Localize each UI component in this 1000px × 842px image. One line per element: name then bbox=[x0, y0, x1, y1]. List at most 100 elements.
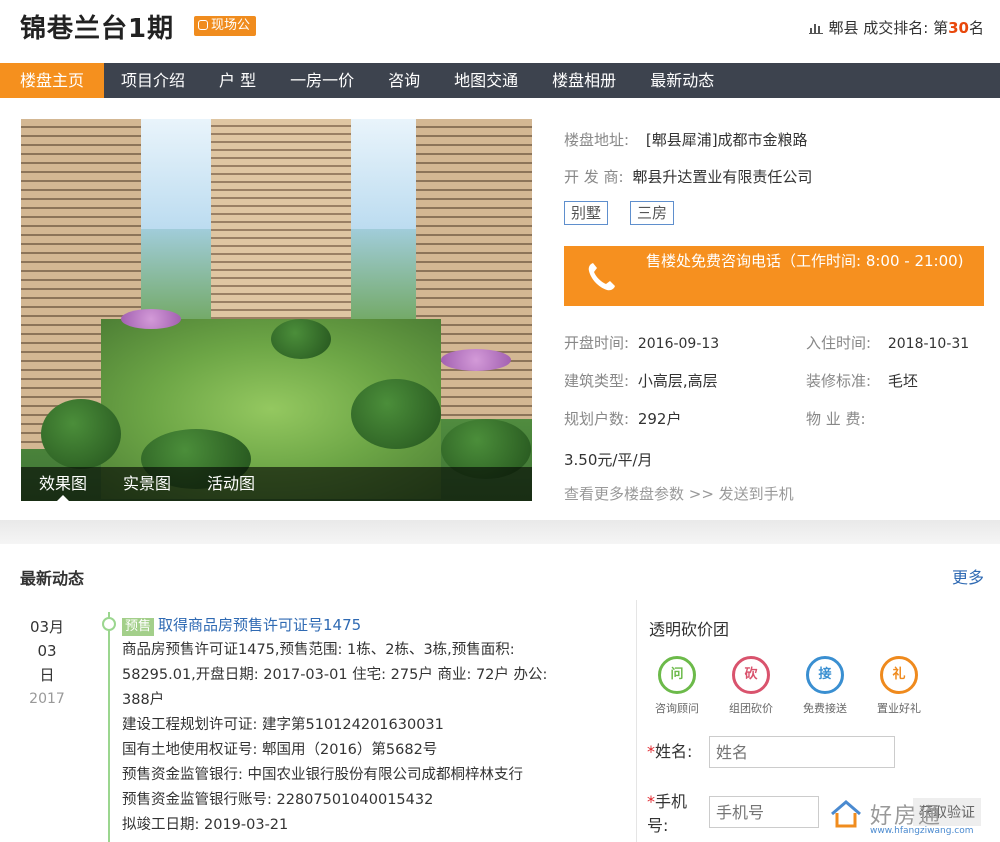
open-date-label: 开盘时间: bbox=[564, 334, 630, 352]
rank-suffix: 名 bbox=[968, 19, 984, 37]
open-date-value: 2016-09-13 bbox=[637, 336, 720, 352]
property-fee-label-row: 物 业 费: bbox=[806, 408, 866, 429]
service-label: 免费接送 bbox=[803, 702, 847, 715]
badge-icon bbox=[198, 20, 208, 30]
gallery-flower-bed bbox=[121, 309, 181, 329]
decoration-value: 毛坯 bbox=[887, 372, 918, 390]
watermark-url: www.hfangziwang.com bbox=[870, 826, 974, 836]
presale-badge: 预售 bbox=[122, 618, 155, 636]
nav-news[interactable]: 最新动态 bbox=[633, 63, 731, 98]
phone-input[interactable] bbox=[709, 796, 819, 828]
units-row: 规划户数: 292户 bbox=[564, 408, 681, 429]
tab-real-photos[interactable]: 实景图 bbox=[123, 467, 171, 501]
sales-hotline[interactable]: 售楼处免费咨询电话（工作时间: 8:00 - 21:00) bbox=[564, 246, 984, 306]
gallery-tree bbox=[271, 319, 331, 359]
news-section-title: 最新动态 bbox=[20, 569, 85, 588]
address-row: 楼盘地址: [郫县犀浦]成都市金粮路 bbox=[564, 129, 808, 150]
page-header: 锦巷兰台1期 现场公 郫县 成交排名: 第30名 bbox=[0, 0, 1000, 62]
news-line: 国有土地使用权证号: 郫国用（2016）第5682号 bbox=[122, 742, 438, 758]
checkin-value: 2018-10-31 bbox=[887, 336, 970, 352]
units-value: 292户 bbox=[637, 410, 682, 428]
gallery-tree bbox=[351, 379, 441, 449]
rank-prefix: 郫县 成交排名: 第 bbox=[828, 19, 949, 37]
gift-icon: 礼 bbox=[880, 656, 918, 694]
nav-map[interactable]: 地图交通 bbox=[437, 63, 535, 98]
group-buy-title: 透明砍价团 bbox=[649, 620, 730, 639]
shuttle-icon: 接 bbox=[806, 656, 844, 694]
nav-intro[interactable]: 项目介绍 bbox=[104, 63, 202, 98]
news-line: 建设工程规划许可证: 建字第510124201630031 bbox=[122, 717, 444, 733]
news-line: 58295.01,开盘日期: 2017-03-01 住宅: 275户 商业: 7… bbox=[122, 667, 548, 683]
news-headline-link[interactable]: 取得商品房预售许可证号1475 bbox=[158, 616, 361, 634]
gallery-tabs: 效果图 实景图 活动图 bbox=[21, 467, 532, 501]
nav-album[interactable]: 楼盘相册 bbox=[535, 63, 633, 98]
service-consultant[interactable]: 问 咨询顾问 bbox=[647, 656, 707, 716]
bargain-icon: 砍 bbox=[732, 656, 770, 694]
property-fee-label: 物 业 费: bbox=[806, 410, 866, 428]
property-fee-value: 3.50元/平/月 bbox=[564, 451, 653, 469]
developer-label: 开 发 商: bbox=[564, 168, 624, 186]
service-label: 置业好礼 bbox=[877, 702, 921, 715]
onsite-badge[interactable]: 现场公 bbox=[194, 16, 257, 36]
phone-label: *手机 号: bbox=[647, 792, 688, 835]
checkin-label: 入住时间: bbox=[806, 334, 872, 352]
nav-floorplan[interactable]: 户 型 bbox=[202, 63, 273, 98]
units-label: 规划户数: bbox=[564, 410, 630, 428]
checkin-row: 入住时间: 2018-10-31 bbox=[806, 332, 969, 353]
service-group-bargain[interactable]: 砍 组团砍价 bbox=[721, 656, 781, 716]
open-date-row: 开盘时间: 2016-09-13 bbox=[564, 332, 719, 353]
nav-consult[interactable]: 咨询 bbox=[371, 63, 437, 98]
timeline-dot bbox=[102, 617, 116, 631]
news-body: 商品房预售许可证1475,预售范围: 1栋、2栋、3栋,预售面积: 58295.… bbox=[122, 638, 612, 838]
name-input[interactable] bbox=[709, 736, 895, 768]
service-shuttle[interactable]: 接 免费接送 bbox=[795, 656, 855, 716]
house-logo-icon bbox=[831, 800, 861, 828]
gallery-tree bbox=[41, 399, 121, 469]
address-value: [郫县犀浦]成都市金粮路 bbox=[645, 131, 808, 149]
news-date-ri: 日 bbox=[39, 666, 55, 684]
service-gift[interactable]: 礼 置业好礼 bbox=[869, 656, 929, 716]
news-line: 388户 bbox=[122, 692, 165, 708]
phone-icon bbox=[588, 263, 615, 291]
rank-number: 30 bbox=[948, 19, 969, 37]
news-line: 预售资金监管银行账号: 22807501040015432 bbox=[122, 792, 434, 808]
property-gallery[interactable]: 效果图 实景图 活动图 bbox=[21, 119, 532, 501]
property-fee-row: 3.50元/平/月 bbox=[564, 449, 653, 470]
tag-villa: 别墅 bbox=[564, 201, 609, 225]
name-label: *姓名: bbox=[647, 742, 693, 761]
sales-rank: 郫县 成交排名: 第30名 bbox=[808, 17, 984, 38]
section-divider bbox=[0, 520, 1000, 544]
tag-three-room: 三房 bbox=[630, 201, 675, 225]
news-more-link[interactable]: 更多 bbox=[952, 564, 984, 588]
address-label: 楼盘地址: bbox=[564, 131, 630, 149]
nav-home[interactable]: 楼盘主页 bbox=[0, 63, 105, 98]
news-line: 拟竣工日期: 2019-03-21 bbox=[122, 817, 289, 833]
developer-row: 开 发 商: 郫县升达置业有限责任公司 bbox=[564, 166, 812, 187]
developer-value: 郫县升达置业有限责任公司 bbox=[632, 168, 813, 186]
consultant-icon: 问 bbox=[658, 656, 696, 694]
news-date-day: 03月03 bbox=[29, 618, 65, 660]
decoration-row: 装修标准: 毛坯 bbox=[806, 370, 918, 391]
building-type-label: 建筑类型: bbox=[564, 372, 630, 390]
news-headline-row: 预售 取得商品房预售许可证号1475 bbox=[122, 614, 361, 636]
hotline-text: 售楼处免费咨询电话（工作时间: 8:00 - 21:00) bbox=[646, 252, 964, 270]
news-line: 商品房预售许可证1475,预售范围: 1栋、2栋、3栋,预售面积: bbox=[122, 642, 515, 658]
decoration-label: 装修标准: bbox=[806, 372, 872, 390]
bar-chart-icon bbox=[808, 22, 823, 34]
nav-price-list[interactable]: 一房一价 bbox=[273, 63, 371, 98]
tab-event-photos[interactable]: 活动图 bbox=[207, 467, 255, 501]
timeline-line bbox=[108, 612, 110, 842]
site-watermark: 好房通 www.hfangziwang.com bbox=[820, 792, 990, 840]
building-type-value: 小高层,高层 bbox=[637, 372, 718, 390]
service-label: 组团砍价 bbox=[729, 702, 773, 715]
news-line: 预售资金监管银行: 中国农业银行股份有限公司成都桐梓林支行 bbox=[122, 767, 523, 783]
tab-rendering[interactable]: 效果图 bbox=[39, 467, 87, 501]
more-params-link[interactable]: 查看更多楼盘参数 >> 发送到手机 bbox=[564, 483, 794, 504]
news-date: 03月03 日 2017 bbox=[22, 615, 72, 711]
building-type-row: 建筑类型: 小高层,高层 bbox=[564, 370, 718, 391]
gallery-flower-bed bbox=[441, 349, 511, 371]
badge-label: 现场公 bbox=[211, 18, 251, 33]
main-nav: 楼盘主页 项目介绍 户 型 一房一价 咨询 地图交通 楼盘相册 最新动态 bbox=[0, 63, 1000, 98]
news-date-year: 2017 bbox=[29, 691, 65, 707]
page-title: 锦巷兰台1期 bbox=[20, 14, 175, 44]
